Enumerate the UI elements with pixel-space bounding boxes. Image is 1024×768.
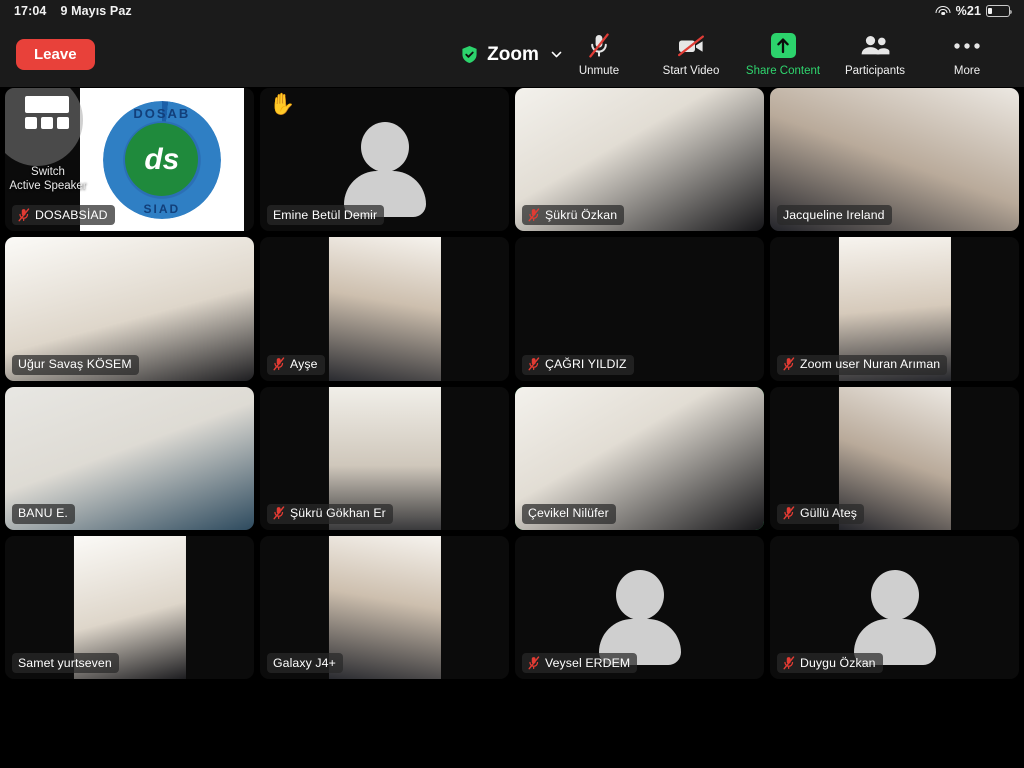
video-tile[interactable]: DOSAB ds SIAD Switch Active Speaker DOSABSİAD: [5, 88, 254, 232]
meeting-toolbar: Leave Zoom Unmute Start Video Share Cont…: [0, 22, 1024, 87]
participant-name-badge: Emine Betül Demir: [267, 205, 385, 226]
more-button[interactable]: More: [934, 32, 1000, 77]
participant-name-badge: Duygu Özkan: [777, 653, 883, 673]
video-gallery-grid: DOSAB ds SIAD Switch Active Speaker DOSABSİAD…: [5, 88, 1019, 679]
participant-name-label: Galaxy J4+: [273, 655, 336, 670]
share-content-button[interactable]: Share Content: [746, 32, 820, 77]
mic-muted-icon: [528, 357, 540, 371]
start-video-label: Start Video: [662, 65, 720, 77]
participant-name-label: BANU E.: [18, 506, 68, 521]
participant-name-label: Duygu Özkan: [800, 655, 876, 670]
shield-check-icon: [462, 46, 477, 63]
video-tile[interactable]: Ayşe: [260, 237, 509, 381]
video-tile[interactable]: Şükrü Özkan: [515, 88, 764, 232]
participant-name-badge: Samet yurtseven: [12, 653, 119, 673]
switch-active-speaker-label: Switch Active Speaker: [9, 165, 87, 192]
video-tile[interactable]: Çevikel Nilüfer: [515, 386, 764, 530]
participants-button[interactable]: Participants: [842, 32, 908, 77]
status-bar-left: 17:04 9 Mayıs Paz: [14, 4, 132, 18]
mic-muted-icon: [783, 655, 795, 669]
clock: 17:04: [14, 4, 47, 18]
participant-name-label: Zoom user Nuran Arıman: [800, 357, 941, 371]
participants-icon: [860, 32, 890, 59]
video-tile[interactable]: Duygu Özkan: [770, 535, 1019, 679]
participant-name-label: ÇAĞRI YILDIZ: [545, 357, 627, 371]
date-label: 9 Mayıs Paz: [60, 4, 132, 18]
video-tile[interactable]: ✋ Emine Betül Demir: [260, 88, 509, 232]
logo-bottom-text: SIAD: [143, 201, 181, 216]
raised-hand-icon: ✋: [269, 93, 296, 116]
participant-name-badge: Şükrü Gökhan Er: [267, 503, 393, 524]
switch-active-speaker-button[interactable]: Switch Active Speaker: [5, 88, 91, 231]
logo-top-text: DOSAB: [133, 105, 191, 121]
mic-muted-icon: [528, 655, 540, 669]
video-tile[interactable]: Veysel ERDEM: [515, 535, 764, 679]
battery-icon: [986, 5, 1013, 17]
participants-label: Participants: [844, 65, 906, 77]
wifi-icon: [935, 5, 951, 17]
battery-fill: [988, 7, 993, 15]
leave-button[interactable]: Leave: [16, 39, 95, 70]
video-tile[interactable]: Zoom user Nuran Arıman: [770, 237, 1019, 381]
participant-name-label: Emine Betül Demir: [273, 207, 378, 222]
share-screen-icon: [770, 32, 796, 59]
participant-name-label: Şükrü Gökhan Er: [290, 506, 386, 521]
participant-name-label: Uğur Savaş KÖSEM: [18, 357, 132, 371]
toolbar-buttons: Unmute Start Video Share Content Partici…: [566, 32, 1008, 77]
participant-name-badge: BANU E.: [12, 503, 75, 524]
start-video-button[interactable]: Start Video: [658, 32, 724, 77]
participant-video: [328, 535, 441, 679]
ellipsis-icon: [953, 32, 981, 59]
participant-name-label: Şükrü Özkan: [545, 207, 618, 222]
participant-name-badge: Veysel ERDEM: [522, 653, 638, 673]
video-tile[interactable]: Uğur Savaş KÖSEM: [5, 237, 254, 381]
video-tile[interactable]: Jacqueline Ireland: [770, 88, 1019, 232]
participant-name-badge: Zoom user Nuran Arıman: [777, 354, 948, 375]
video-tile[interactable]: BANU E.: [5, 386, 254, 530]
chevron-down-icon: [551, 51, 562, 58]
battery-percent-label: %21: [955, 4, 981, 18]
participant-name-label: Ayşe: [290, 357, 318, 371]
status-bar: 17:04 9 Mayıs Paz %21: [0, 0, 1024, 22]
participant-name-badge: Jacqueline Ireland: [777, 205, 892, 226]
gallery-view-icon: [25, 96, 69, 130]
participant-name-label: Güllü Ateş: [800, 506, 858, 521]
participant-name-label: Jacqueline Ireland: [783, 207, 885, 222]
participant-name-label: Çevikel Nilüfer: [528, 506, 609, 521]
more-label: More: [953, 65, 981, 77]
status-bar-right: %21: [935, 4, 1013, 18]
participant-name-badge: ÇAĞRI YILDIZ: [522, 354, 634, 375]
participant-name-label: Samet yurtseven: [18, 655, 112, 670]
video-tile[interactable]: Şükrü Gökhan Er: [260, 386, 509, 530]
mic-muted-icon: [783, 506, 795, 520]
mic-muted-icon: [587, 32, 611, 59]
video-tile[interactable]: Galaxy J4+: [260, 535, 509, 679]
participant-name-badge: Ayşe: [267, 354, 325, 375]
mic-muted-icon: [528, 208, 540, 222]
video-tile[interactable]: ÇAĞRI YILDIZ: [515, 237, 764, 381]
unmute-button[interactable]: Unmute: [566, 32, 632, 77]
participant-name-badge: Şükrü Özkan: [522, 205, 625, 226]
participant-name-badge: Çevikel Nilüfer: [522, 503, 616, 524]
camera-off-icon: [677, 32, 705, 59]
participant-name-label: Veysel ERDEM: [545, 655, 631, 670]
unmute-label: Unmute: [578, 65, 620, 77]
video-tile[interactable]: Güllü Ateş: [770, 386, 1019, 530]
participant-name-badge: Galaxy J4+: [267, 653, 343, 673]
mic-muted-icon: [273, 506, 285, 520]
participant-name-badge: Güllü Ateş: [777, 503, 865, 524]
participant-name-badge: Uğur Savaş KÖSEM: [12, 354, 139, 375]
mic-muted-icon: [783, 357, 795, 371]
participant-video: [328, 237, 441, 381]
meeting-title-label: Zoom: [487, 43, 539, 65]
video-tile[interactable]: Samet yurtseven: [5, 535, 254, 679]
share-content-label: Share Content: [745, 65, 821, 77]
mic-muted-icon: [273, 357, 285, 371]
